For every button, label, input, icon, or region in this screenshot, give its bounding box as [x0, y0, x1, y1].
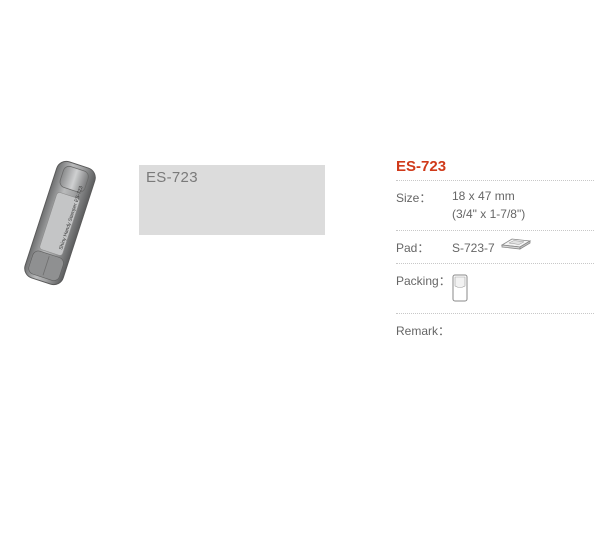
- size-value-inches: (3/4" x 1-7/8"): [452, 207, 526, 221]
- pad-value: S-723-7: [452, 241, 495, 255]
- pad-label: Pad：: [396, 241, 430, 255]
- stamp-product-image: Shiny Handy Stamper ES-723: [10, 158, 110, 288]
- spec-row-size: Size： 18 x 47 mm (3/4" x 1-7/8"): [396, 181, 594, 231]
- stamp-illustration: Shiny Handy Stamper ES-723: [24, 160, 96, 286]
- spec-row-remark: Remark：: [396, 314, 594, 344]
- packing-box-icon: [452, 274, 468, 302]
- product-model-title: ES-723: [396, 154, 594, 181]
- ink-pad-icon: [500, 238, 532, 250]
- size-value: 18 x 47 mm (3/4" x 1-7/8"): [452, 187, 525, 223]
- spec-row-packing: Packing：: [396, 264, 594, 314]
- size-value-mm: 18 x 47 mm: [452, 189, 515, 203]
- packing-label: Packing：: [396, 274, 451, 288]
- remark-label: Remark：: [396, 324, 451, 338]
- size-label: Size：: [396, 191, 432, 205]
- spec-row-pad: Pad： S-723-7: [396, 231, 594, 264]
- impression-sample-text: ES-723: [146, 169, 198, 186]
- impression-sample-box: ES-723: [139, 165, 325, 235]
- spec-table: ES-723 Size： 18 x 47 mm (3/4" x 1-7/8") …: [396, 154, 594, 344]
